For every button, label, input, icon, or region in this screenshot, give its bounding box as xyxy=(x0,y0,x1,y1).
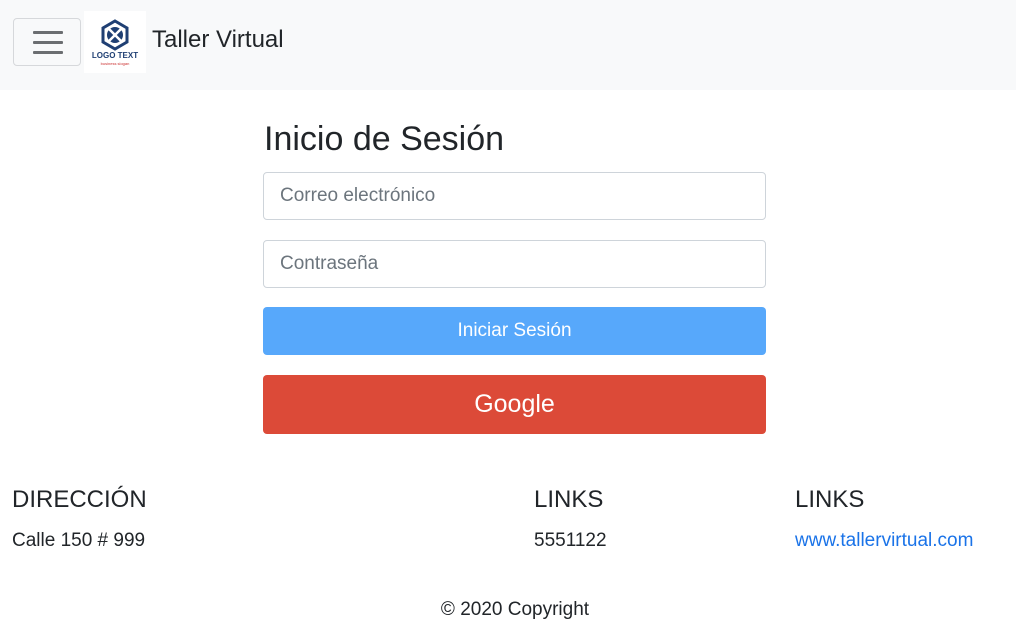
password-input[interactable] xyxy=(263,240,766,288)
svg-text:business slogan: business slogan xyxy=(101,61,130,66)
brand-logo[interactable]: LOGO TEXT business slogan xyxy=(84,11,146,73)
footer-links-web-heading: LINKS xyxy=(795,486,865,513)
hamburger-menu-icon-bar-2 xyxy=(33,41,63,44)
svg-text:LOGO TEXT: LOGO TEXT xyxy=(92,51,138,60)
email-input[interactable] xyxy=(263,172,766,220)
navbar-toggler-button[interactable] xyxy=(13,18,81,66)
footer-phone-text: 5551122 xyxy=(534,530,607,551)
footer-address-text: Calle 150 # 999 xyxy=(12,530,146,551)
footer-links-heading: LINKS xyxy=(534,486,604,513)
footer-address-heading: DIRECCIÓN xyxy=(12,486,147,513)
google-login-button[interactable]: Google xyxy=(263,375,766,434)
wrench-logo-icon: LOGO TEXT business slogan xyxy=(92,19,138,66)
login-title: Inicio de Sesión xyxy=(264,120,505,158)
footer-website-link[interactable]: www.tallervirtual.com xyxy=(795,530,973,551)
copyright-text: © 2020 Copyright xyxy=(440,599,590,620)
login-button[interactable]: Iniciar Sesión xyxy=(263,307,766,355)
hamburger-menu-icon-bar-3 xyxy=(33,51,63,54)
navbar: LOGO TEXT business slogan Taller Virtual xyxy=(0,0,1016,90)
hamburger-menu-icon xyxy=(33,31,63,34)
brand-name[interactable]: Taller Virtual xyxy=(152,26,284,54)
